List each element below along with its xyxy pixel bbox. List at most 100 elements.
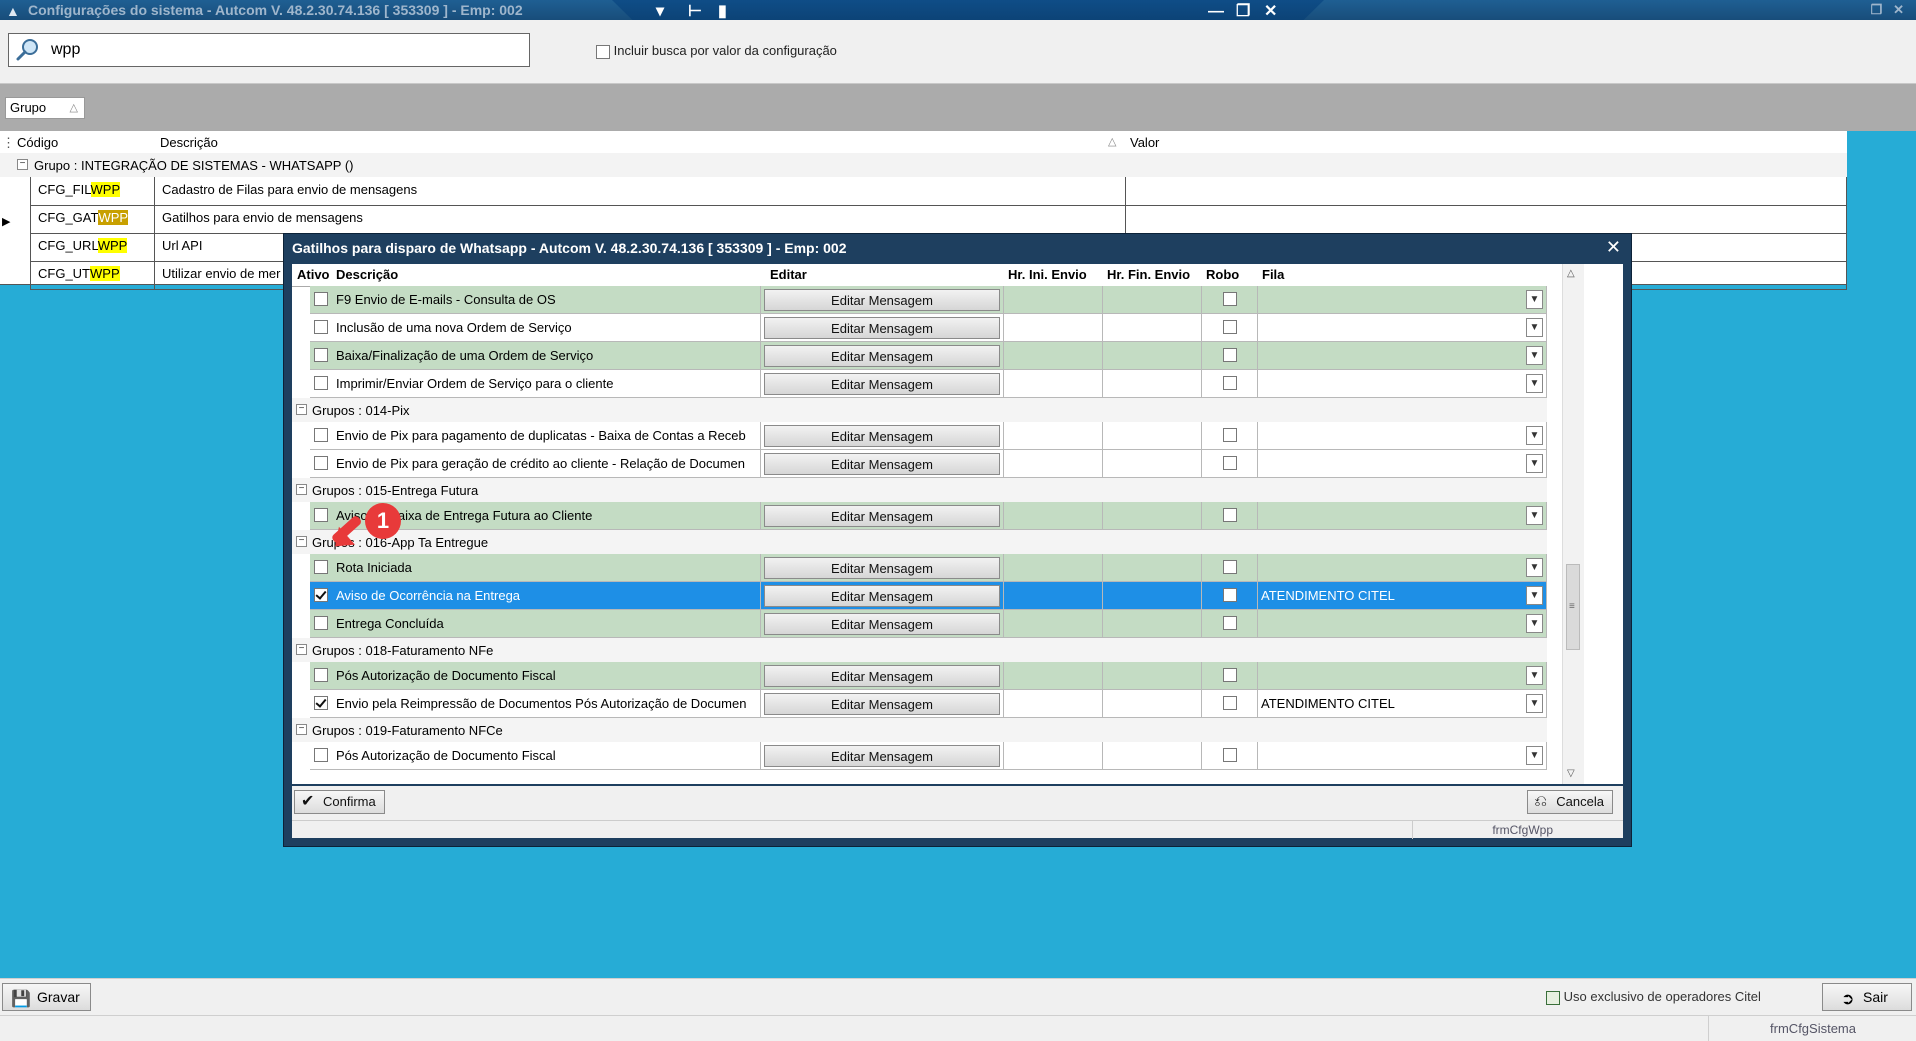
chevron-down-icon[interactable]: ▼ <box>1526 506 1543 525</box>
table-row[interactable]: CFG_FILWPP Cadastro de Filas para envio d… <box>30 177 1847 206</box>
cell-descricao[interactable]: Baixa/Finalização de uma Ordem de Serviç… <box>334 342 761 370</box>
robo-checkbox[interactable] <box>1223 508 1237 522</box>
robo-checkbox[interactable] <box>1223 748 1237 762</box>
chevron-down-icon[interactable]: ▼ <box>1526 346 1543 365</box>
edit-message-button[interactable]: Editar Mensagem <box>764 345 1000 367</box>
scroll-down-icon[interactable]: ▽ <box>1567 768 1575 779</box>
exit-button[interactable]: ➲ Sair <box>1822 983 1912 1011</box>
cell-robo[interactable] <box>1202 342 1258 370</box>
robo-checkbox[interactable] <box>1223 560 1237 574</box>
robo-checkbox[interactable] <box>1223 588 1237 602</box>
cell-hr-fin[interactable] <box>1103 342 1202 370</box>
restore-icon[interactable]: ❐ <box>1236 2 1250 22</box>
cell-ativo[interactable] <box>310 422 334 450</box>
cell-hr-fin[interactable] <box>1103 286 1202 314</box>
cell-descricao[interactable]: Envio de Pix para geração de crédito ao … <box>334 450 761 478</box>
ativo-checkbox[interactable] <box>314 348 328 362</box>
robo-checkbox[interactable] <box>1223 428 1237 442</box>
cell-robo[interactable] <box>1202 662 1258 690</box>
cell-fila[interactable]: ATENDIMENTO CITEL ▼ <box>1258 690 1547 718</box>
cell-ativo[interactable] <box>310 450 334 478</box>
cell-robo[interactable] <box>1202 422 1258 450</box>
chevron-down-icon[interactable]: ▼ <box>1526 374 1543 393</box>
trigger-row[interactable]: Envio pela Reimpressão de Documentos Pós… <box>292 690 1547 718</box>
close-icon[interactable]: ✕ <box>1893 2 1904 17</box>
cell-hr-ini[interactable] <box>1004 370 1103 398</box>
cell-descricao[interactable]: Imprimir/Enviar Ordem de Serviço para o … <box>334 370 761 398</box>
cancel-button[interactable]: ⎌ Cancela <box>1527 790 1613 814</box>
include-value-search-option[interactable]: Incluir busca por valor da configuração <box>596 43 837 59</box>
cell-hr-ini[interactable] <box>1004 314 1103 342</box>
ativo-checkbox[interactable] <box>314 428 328 442</box>
chevron-down-icon[interactable]: ▼ <box>1526 586 1543 605</box>
chevron-down-icon[interactable]: ▼ <box>1526 426 1543 445</box>
exclusive-operators-option[interactable]: Uso exclusivo de operadores Citel <box>1546 989 1761 1005</box>
trigger-group-row[interactable]: − Grupos : 016-App Ta Entregue <box>292 530 1547 554</box>
cell-robo[interactable] <box>1202 370 1258 398</box>
cell-ativo[interactable] <box>310 662 334 690</box>
collapse-icon[interactable]: − <box>296 484 307 495</box>
collapse-icon[interactable]: − <box>296 724 307 735</box>
ativo-checkbox[interactable] <box>314 668 328 682</box>
chevron-down-icon[interactable]: ▼ <box>1526 290 1543 309</box>
chevron-down-icon[interactable]: ▾ <box>656 2 664 22</box>
chevron-down-icon[interactable]: ▼ <box>1526 454 1543 473</box>
cell-hr-ini[interactable] <box>1004 690 1103 718</box>
edit-message-button[interactable]: Editar Mensagem <box>764 665 1000 687</box>
collapse-icon[interactable]: − <box>296 644 307 655</box>
cell-hr-fin[interactable] <box>1103 554 1202 582</box>
ativo-checkbox[interactable] <box>314 292 328 306</box>
cell-ativo[interactable] <box>310 502 334 530</box>
column-editar[interactable]: Editar <box>770 267 807 282</box>
robo-checkbox[interactable] <box>1223 696 1237 710</box>
robo-checkbox[interactable] <box>1223 668 1237 682</box>
cell-ativo[interactable] <box>310 314 334 342</box>
trigger-group-row[interactable]: − Grupos : 014-Pix <box>292 398 1547 422</box>
chevron-down-icon[interactable]: ▼ <box>1526 614 1543 633</box>
cell-hr-ini[interactable] <box>1004 742 1103 770</box>
robo-checkbox[interactable] <box>1223 292 1237 306</box>
cell-ativo[interactable] <box>310 610 334 638</box>
trigger-row[interactable]: Pós Autorização de Documento Fiscal Edita… <box>292 662 1547 690</box>
cell-codigo[interactable]: CFG_URLWPP <box>30 233 155 261</box>
cell-hr-fin[interactable] <box>1103 422 1202 450</box>
trigger-row[interactable]: Pós Autorização de Documento Fiscal Edita… <box>292 742 1547 770</box>
edit-message-button[interactable]: Editar Mensagem <box>764 505 1000 527</box>
cell-robo[interactable] <box>1202 742 1258 770</box>
cell-ativo[interactable] <box>310 370 334 398</box>
cell-descricao[interactable]: Pós Autorização de Documento Fiscal <box>334 742 761 770</box>
cell-fila[interactable]: ▼ <box>1258 610 1547 638</box>
edit-message-button[interactable]: Editar Mensagem <box>764 693 1000 715</box>
edit-message-button[interactable]: Editar Mensagem <box>764 317 1000 339</box>
ativo-checkbox[interactable] <box>314 616 328 630</box>
trigger-row[interactable]: Aviso de Ocorrência na Entrega Editar Men… <box>292 582 1547 610</box>
cell-robo[interactable] <box>1202 582 1258 610</box>
trigger-group-row[interactable]: − Grupos : 015-Entrega Futura <box>292 478 1547 502</box>
column-fila[interactable]: Fila <box>1262 267 1284 282</box>
cell-ativo[interactable] <box>310 582 334 610</box>
cell-codigo[interactable]: CFG_UTWPP <box>30 261 155 289</box>
minimize-icon[interactable]: — <box>1208 2 1224 22</box>
column-valor[interactable]: Valor <box>1130 135 1159 150</box>
column-chooser-icon[interactable]: ⋮ <box>2 135 15 151</box>
chevron-down-icon[interactable]: ▼ <box>1526 558 1543 577</box>
trigger-group-row[interactable]: − Grupos : 018-Faturamento NFe <box>292 638 1547 662</box>
trigger-row[interactable]: F9 Envio de E-mails - Consulta de OS Edit… <box>292 286 1547 314</box>
trigger-row[interactable]: Envio de Pix para pagamento de duplicata… <box>292 422 1547 450</box>
cell-hr-ini[interactable] <box>1004 502 1103 530</box>
robo-checkbox[interactable] <box>1223 376 1237 390</box>
ativo-checkbox[interactable] <box>314 320 328 334</box>
cell-fila[interactable]: ▼ <box>1258 342 1547 370</box>
column-ativo[interactable]: Ativo <box>297 267 330 282</box>
cell-descricao[interactable]: Gatilhos para envio de mensagens <box>156 205 1126 233</box>
save-button[interactable]: 💾 Gravar <box>2 983 91 1011</box>
cell-hr-fin[interactable] <box>1103 582 1202 610</box>
cell-robo[interactable] <box>1202 314 1258 342</box>
robo-checkbox[interactable] <box>1223 456 1237 470</box>
ativo-checkbox[interactable] <box>314 748 328 762</box>
close-icon[interactable]: ✕ <box>1264 2 1277 22</box>
cell-ativo[interactable] <box>310 742 334 770</box>
cell-fila[interactable]: ▼ <box>1258 370 1547 398</box>
cell-hr-ini[interactable] <box>1004 554 1103 582</box>
column-codigo[interactable]: Código <box>17 135 58 150</box>
